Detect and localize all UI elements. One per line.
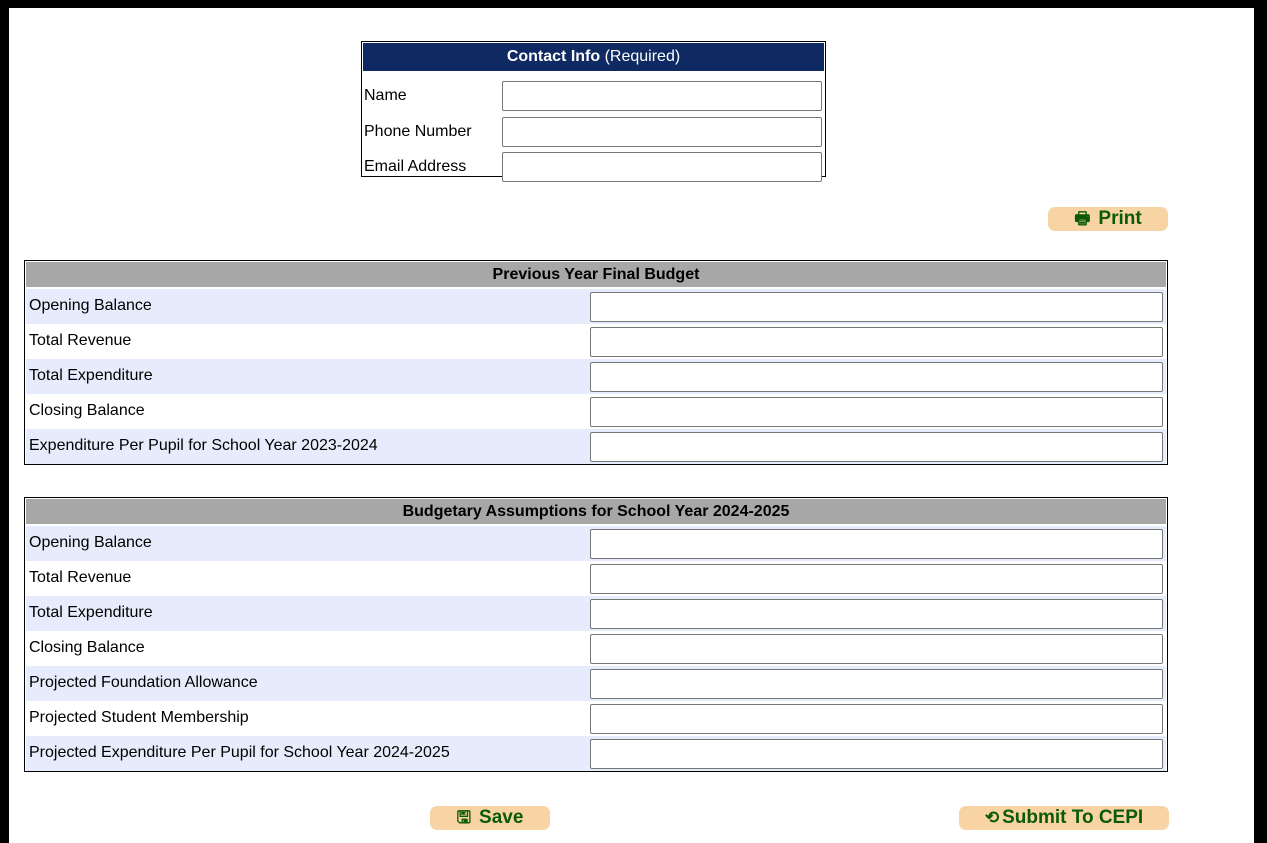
- table-row: Projected Foundation Allowance: [26, 666, 1166, 701]
- prev-total-expenditure-input[interactable]: [590, 362, 1163, 392]
- projected-student-membership-label: Projected Student Membership: [29, 709, 249, 726]
- contact-info-required-note: (Required): [604, 48, 681, 65]
- prev-closing-balance-input[interactable]: [590, 397, 1163, 427]
- projected-foundation-allowance-input[interactable]: [590, 669, 1163, 699]
- total-revenue-input[interactable]: [590, 564, 1163, 594]
- table-row: Closing Balance: [26, 394, 1166, 429]
- projected-foundation-allowance-label: Projected Foundation Allowance: [29, 674, 258, 691]
- prev-expenditure-per-pupil-input[interactable]: [590, 432, 1163, 462]
- save-button-label: Save: [479, 807, 524, 828]
- total-expenditure-label: Total Expenditure: [29, 604, 153, 621]
- closing-balance-input[interactable]: [590, 634, 1163, 664]
- opening-balance-label: Opening Balance: [29, 297, 152, 314]
- email-address-label: Email Address: [364, 158, 467, 175]
- table-row: Projected Expenditure Per Pupil for Scho…: [26, 736, 1166, 771]
- contact-info-title: Contact Info: [506, 48, 601, 65]
- floppy-disk-icon: 🖫: [456, 808, 472, 827]
- total-revenue-label: Total Revenue: [29, 569, 132, 586]
- total-expenditure-label: Total Expenditure: [29, 367, 153, 384]
- prev-total-revenue-input[interactable]: [590, 327, 1163, 357]
- phone-number-label: Phone Number: [364, 123, 472, 140]
- contact-info-header: Contact Info (Required): [363, 43, 824, 71]
- table-row: Total Revenue: [26, 561, 1166, 596]
- contact-row-email: Email Address: [364, 152, 824, 182]
- previous-year-budget-header: Previous Year Final Budget: [26, 262, 1166, 287]
- opening-balance-input[interactable]: [590, 529, 1163, 559]
- print-button[interactable]: 🖶 Print: [1048, 207, 1168, 231]
- budgetary-assumptions-header: Budgetary Assumptions for School Year 20…: [26, 499, 1166, 524]
- projected-student-membership-input[interactable]: [590, 704, 1163, 734]
- save-button[interactable]: 🖫 Save: [430, 806, 550, 830]
- previous-year-budget-table: Previous Year Final Budget Opening Balan…: [24, 260, 1168, 465]
- expenditure-per-pupil-label: Expenditure Per Pupil for School Year 20…: [29, 437, 378, 454]
- total-expenditure-input[interactable]: [590, 599, 1163, 629]
- print-button-label: Print: [1098, 208, 1142, 229]
- table-row: Total Expenditure: [26, 596, 1166, 631]
- phone-number-input[interactable]: [502, 117, 822, 147]
- printer-icon: 🖶: [1074, 209, 1091, 228]
- refresh-arrow-icon: ⟲: [984, 808, 1000, 827]
- contact-info-box: Contact Info (Required) Name Phone Numbe…: [361, 41, 826, 182]
- projected-expenditure-per-pupil-input[interactable]: [590, 739, 1163, 769]
- email-address-input[interactable]: [502, 152, 822, 182]
- name-label: Name: [364, 87, 407, 104]
- prev-opening-balance-input[interactable]: [590, 292, 1163, 322]
- total-revenue-label: Total Revenue: [29, 332, 132, 349]
- closing-balance-label: Closing Balance: [29, 639, 145, 656]
- table-row: Expenditure Per Pupil for School Year 20…: [26, 429, 1166, 464]
- name-input[interactable]: [502, 81, 822, 111]
- table-row: Opening Balance: [26, 526, 1166, 561]
- closing-balance-label: Closing Balance: [29, 402, 145, 419]
- contact-row-phone: Phone Number: [364, 117, 824, 147]
- table-row: Opening Balance: [26, 289, 1166, 324]
- opening-balance-label: Opening Balance: [29, 534, 152, 551]
- table-row: Projected Student Membership: [26, 701, 1166, 736]
- projected-expenditure-per-pupil-label: Projected Expenditure Per Pupil for Scho…: [29, 744, 450, 761]
- table-row: Total Revenue: [26, 324, 1166, 359]
- budget-form-page: Contact Info (Required) Name Phone Numbe…: [9, 8, 1254, 843]
- table-row: Closing Balance: [26, 631, 1166, 666]
- table-row: Total Expenditure: [26, 359, 1166, 394]
- contact-row-name: Name: [364, 81, 824, 111]
- budgetary-assumptions-table: Budgetary Assumptions for School Year 20…: [24, 497, 1168, 772]
- submit-to-cepi-button[interactable]: ⟲ Submit To CEPI: [959, 806, 1169, 830]
- submit-button-label: Submit To CEPI: [1002, 807, 1144, 828]
